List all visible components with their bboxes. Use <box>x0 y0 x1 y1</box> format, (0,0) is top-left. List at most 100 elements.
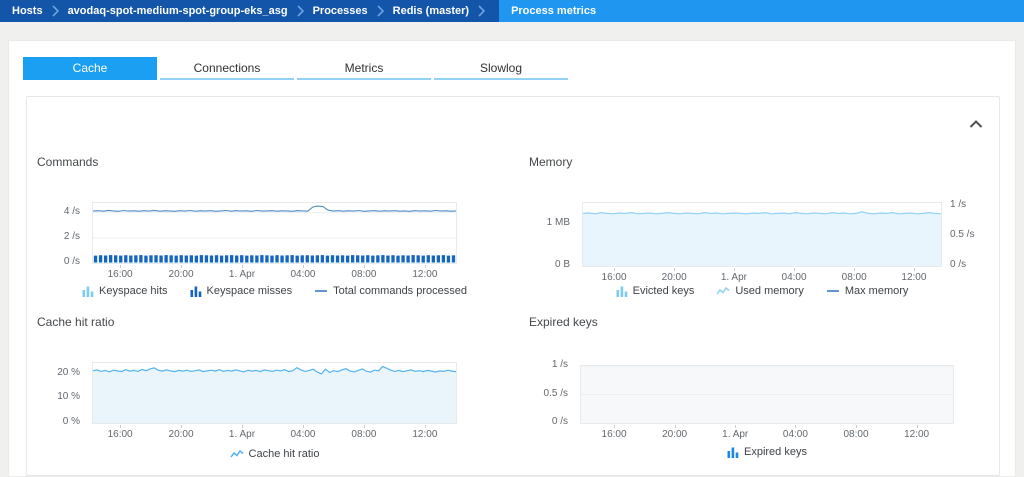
chevron-right-icon <box>478 5 485 17</box>
y-axis-right-label: 0 /s <box>950 259 966 270</box>
x-axis: 16:0020:001. Apr04:0008:0012:00 <box>92 425 457 443</box>
bar-chart-icon <box>727 446 739 458</box>
chart-legend: Cache hit ratio <box>92 448 457 460</box>
y-axis-label: 1 MB <box>547 217 570 228</box>
legend-item[interactable]: Expired keys <box>727 446 807 458</box>
x-axis: 16:0020:001. Apr04:0008:0012:00 <box>580 425 954 443</box>
y-axis-label: 0 B <box>555 259 570 270</box>
legend-item[interactable]: Keyspace misses <box>190 285 293 297</box>
x-axis-label: 08:00 <box>842 272 867 283</box>
charts-panel: Commands 0 /s2 /s4 /s 16:0020:001. Apr04… <box>26 96 1000 476</box>
x-tick-mark <box>734 268 735 271</box>
x-tick-mark <box>674 268 675 271</box>
bar-chart-icon <box>190 285 202 297</box>
y-axis: 0 /s0.5 /s1 /s <box>529 365 574 424</box>
plot-area[interactable] <box>92 202 457 264</box>
x-axis-label: 16:00 <box>602 429 627 440</box>
x-tick-mark <box>614 425 615 428</box>
legend-item[interactable]: Max memory <box>826 285 909 297</box>
legend-item[interactable]: Used memory <box>716 285 803 297</box>
line-series-icon <box>826 285 840 297</box>
legend-item[interactable]: Keyspace hits <box>82 285 167 297</box>
x-axis-label: 20:00 <box>662 429 687 440</box>
collapse-panel-button[interactable] <box>969 119 983 129</box>
x-tick-mark <box>914 268 915 271</box>
chart-cache-hit-ratio: Cache hit ratio 0 %10 %20 % 16:0020:001.… <box>37 307 489 472</box>
y-axis-label: 0.5 /s <box>544 388 568 399</box>
plot-area[interactable] <box>582 202 942 267</box>
legend-label: Keyspace hits <box>99 285 167 297</box>
x-axis-label: 04:00 <box>782 272 807 283</box>
x-tick-mark <box>242 265 243 268</box>
x-axis: 16:0020:001. Apr04:0008:0012:00 <box>582 268 942 286</box>
x-axis-label: 12:00 <box>412 429 437 440</box>
chart-memory: Memory 0 B1 MB 0 /s0.5 /s1 /s 16:0020:00… <box>529 147 994 307</box>
x-tick-mark <box>675 425 676 428</box>
y-axis: 0 /s2 /s4 /s <box>37 202 86 264</box>
x-tick-mark <box>303 425 304 428</box>
x-axis-label: 1. Apr <box>721 272 747 283</box>
chart-title: Memory <box>529 155 572 169</box>
y-axis-label: 2 /s <box>64 231 80 242</box>
x-axis: 16:0020:001. Apr04:0008:0012:00 <box>92 265 457 283</box>
x-axis-label: 12:00 <box>412 269 437 280</box>
chart-commands: Commands 0 /s2 /s4 /s 16:0020:001. Apr04… <box>37 147 489 307</box>
x-axis-label: 08:00 <box>843 429 868 440</box>
x-tick-mark <box>181 265 182 268</box>
chevron-up-icon <box>969 116 983 133</box>
legend-item[interactable]: Evicted keys <box>616 285 695 297</box>
x-axis-label: 20:00 <box>169 429 194 440</box>
x-axis-label: 12:00 <box>901 272 926 283</box>
x-tick-mark <box>425 425 426 428</box>
x-axis-label: 1. Apr <box>722 429 748 440</box>
legend-label: Expired keys <box>744 446 807 458</box>
x-axis-label: 20:00 <box>169 269 194 280</box>
chevron-right-icon <box>297 5 304 17</box>
chart-title: Commands <box>37 155 98 169</box>
x-tick-mark <box>181 425 182 428</box>
plot-area[interactable] <box>92 362 457 424</box>
breadcrumb: Hosts avodaq-spot-medium-spot-group-eks_… <box>0 0 1024 22</box>
breadcrumb-item-redis[interactable]: Redis (master) <box>391 5 471 17</box>
breadcrumb-item-host-group[interactable]: avodaq-spot-medium-spot-group-eks_asg <box>66 5 290 17</box>
x-axis-label: 16:00 <box>108 269 133 280</box>
legend-label: Cache hit ratio <box>249 448 320 460</box>
x-tick-mark <box>364 265 365 268</box>
breadcrumb-item-process-metrics: Process metrics <box>499 0 1024 22</box>
chart-legend: Evicted keys Used memory Max memory <box>582 285 942 297</box>
y-axis: 0 B 1 MB <box>529 202 576 267</box>
tab-bar: Cache Connections Metrics Slowlog <box>23 57 568 80</box>
tab-metrics[interactable]: Metrics <box>297 57 431 80</box>
x-axis-label: 04:00 <box>290 269 315 280</box>
chart-title: Expired keys <box>529 315 598 329</box>
x-tick-mark <box>735 425 736 428</box>
breadcrumb-item-hosts[interactable]: Hosts <box>10 5 45 17</box>
tab-slowlog[interactable]: Slowlog <box>434 57 568 80</box>
x-tick-mark <box>854 268 855 271</box>
chart-title: Cache hit ratio <box>37 315 114 329</box>
plot-area[interactable] <box>580 365 954 424</box>
legend-label: Max memory <box>845 285 909 297</box>
breadcrumb-arrow <box>492 0 499 22</box>
x-axis-label: 1. Apr <box>229 269 255 280</box>
legend-item[interactable]: Total commands processed <box>314 285 467 297</box>
legend-label: Keyspace misses <box>207 285 293 297</box>
line-series-icon <box>314 285 328 297</box>
x-axis-label: 04:00 <box>783 429 808 440</box>
breadcrumb-trail: Hosts avodaq-spot-medium-spot-group-eks_… <box>0 0 492 22</box>
y-axis-label: 4 /s <box>64 206 80 217</box>
legend-item[interactable]: Cache hit ratio <box>230 448 320 460</box>
breadcrumb-item-processes[interactable]: Processes <box>311 5 370 17</box>
chevron-right-icon <box>52 5 59 17</box>
bar-chart-icon <box>616 285 628 297</box>
tab-connections[interactable]: Connections <box>160 57 294 80</box>
tab-cache[interactable]: Cache <box>23 57 157 80</box>
y-axis-right: 0 /s0.5 /s1 /s <box>944 202 992 267</box>
x-tick-mark <box>917 425 918 428</box>
x-tick-mark <box>425 265 426 268</box>
x-tick-mark <box>856 425 857 428</box>
chart-legend: Keyspace hitsKeyspace missesTotal comman… <box>92 285 457 297</box>
x-tick-mark <box>795 425 796 428</box>
y-axis-label: 0 % <box>63 416 80 427</box>
y-axis-label: 20 % <box>57 367 80 378</box>
